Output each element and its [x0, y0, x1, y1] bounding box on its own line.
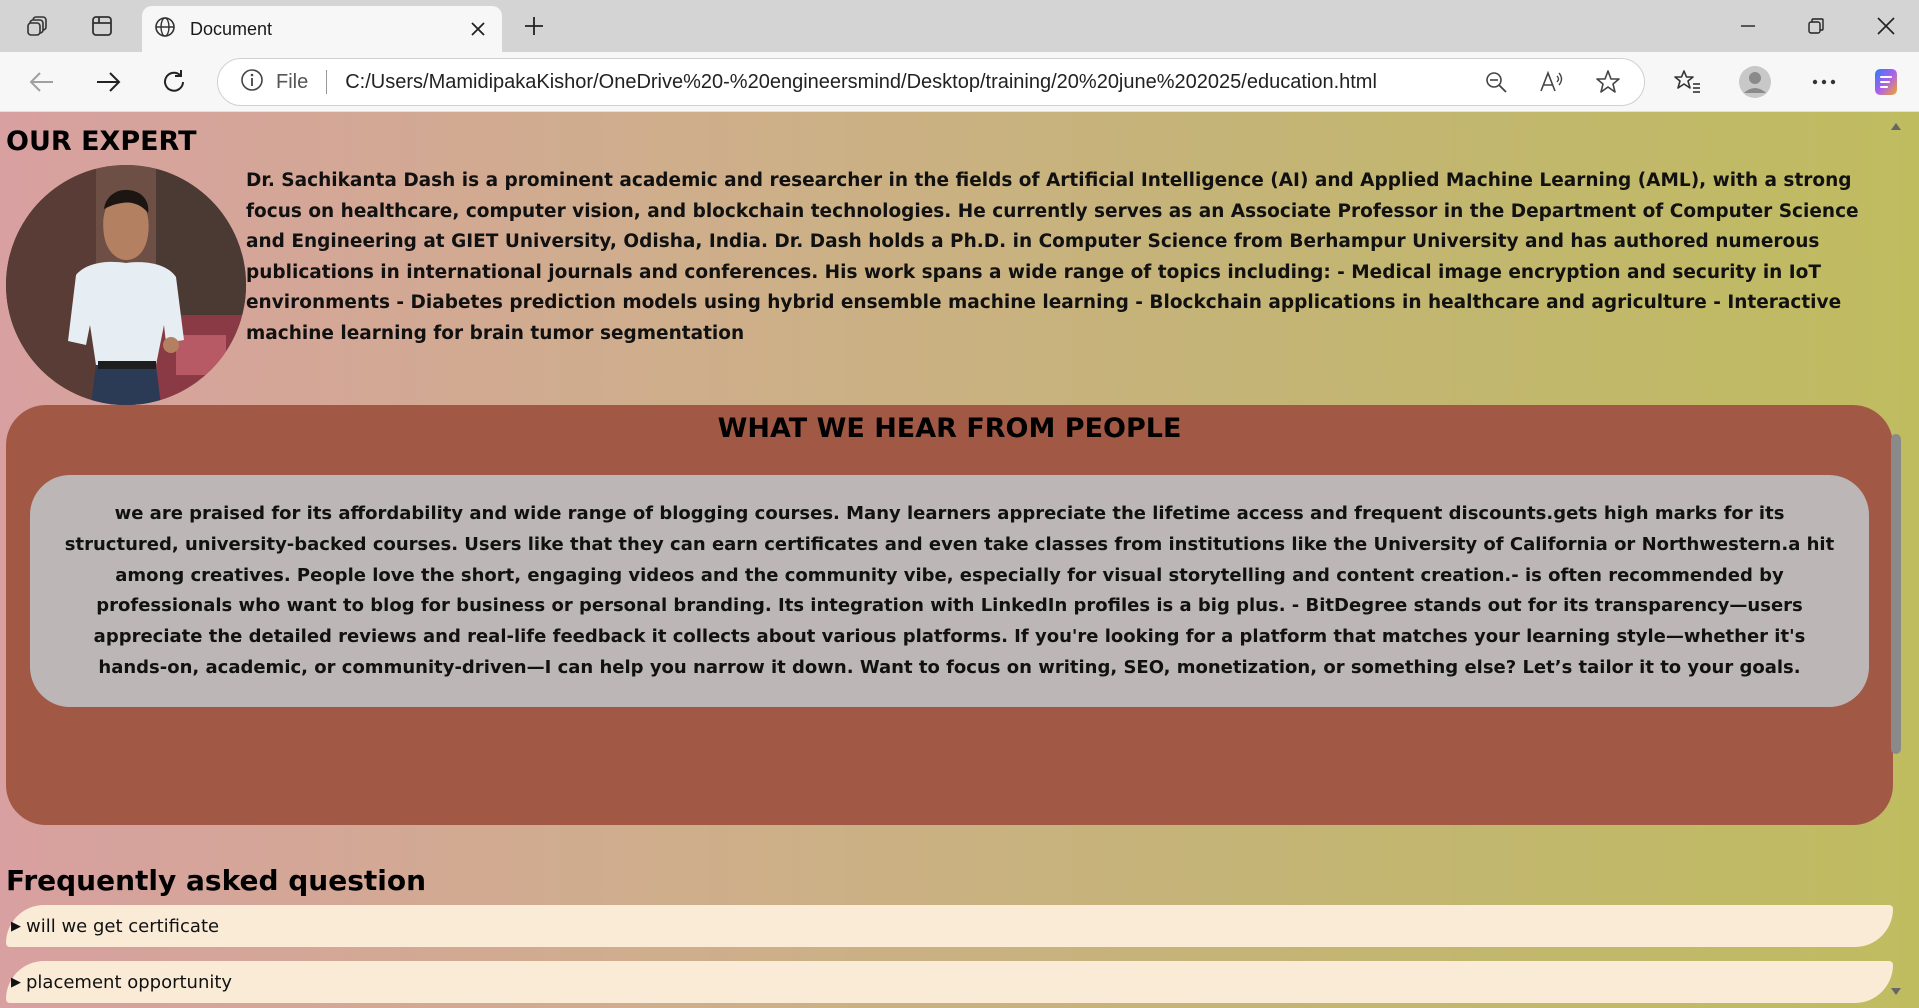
restore-icon[interactable]: [1786, 6, 1846, 46]
scroll-up-icon[interactable]: [1888, 118, 1904, 134]
faq-item-certificate[interactable]: ▶ will we get certificate: [6, 905, 1893, 947]
tab-actions-icon[interactable]: [84, 10, 120, 42]
globe-icon: [154, 16, 176, 42]
scroll-down-icon[interactable]: [1888, 984, 1904, 1000]
address-url[interactable]: C:/Users/MamidipakaKishor/OneDrive%20-%2…: [345, 71, 1476, 94]
profile-icon[interactable]: [1735, 62, 1775, 102]
browser-toolbar: File C:/Users/MamidipakaKishor/OneDrive%…: [0, 52, 1919, 112]
address-divider: [326, 70, 328, 94]
star-icon[interactable]: [1588, 62, 1628, 102]
close-icon[interactable]: [462, 13, 494, 45]
disclosure-triangle-icon: ▶: [11, 918, 21, 934]
plus-icon[interactable]: [516, 10, 552, 42]
expert-bio: Dr. Sachikanta Dash is a prominent acade…: [246, 170, 1859, 344]
faq-question: placement opportunity: [26, 971, 233, 993]
copilot-icon[interactable]: [1866, 62, 1906, 102]
address-bar[interactable]: File C:/Users/MamidipakaKishor/OneDrive%…: [217, 58, 1645, 106]
zoom-out-icon[interactable]: [1476, 62, 1516, 102]
back-icon[interactable]: [22, 62, 62, 102]
browser-title-bar: Document: [0, 0, 1919, 52]
disclosure-triangle-icon: ▶: [11, 974, 21, 990]
faq-question: will we get certificate: [26, 915, 220, 937]
workspaces-icon[interactable]: [20, 10, 56, 42]
page-scrollbar[interactable]: [1885, 112, 1907, 1008]
info-icon[interactable]: [240, 68, 264, 96]
address-scheme-label: File: [276, 70, 309, 93]
page-viewport: OUR EXPERT Dr. Sachikanta Dash is a prom…: [0, 112, 1919, 1008]
minimize-icon[interactable]: [1718, 6, 1778, 46]
faq-heading: Frequently asked question: [6, 864, 427, 897]
tab-document[interactable]: Document: [142, 6, 502, 52]
testimonials-heading: WHAT WE HEAR FROM PEOPLE: [717, 413, 1182, 444]
testimonial-text: we are praised for its affordability and…: [30, 475, 1869, 707]
more-icon[interactable]: [1804, 62, 1844, 102]
read-aloud-icon[interactable]: [1532, 62, 1572, 102]
expert-heading: OUR EXPERT: [6, 126, 197, 157]
expert-photo: [6, 165, 246, 405]
testimonials-section: WHAT WE HEAR FROM PEOPLE we are praised …: [6, 405, 1893, 825]
favorites-icon[interactable]: [1667, 62, 1707, 102]
refresh-icon[interactable]: [154, 62, 194, 102]
scrollbar-thumb[interactable]: [1891, 434, 1901, 754]
tab-title: Document: [190, 18, 273, 39]
faq-item-placement[interactable]: ▶ placement opportunity: [6, 961, 1893, 1003]
window-close-icon[interactable]: [1856, 6, 1916, 46]
forward-icon[interactable]: [88, 62, 128, 102]
